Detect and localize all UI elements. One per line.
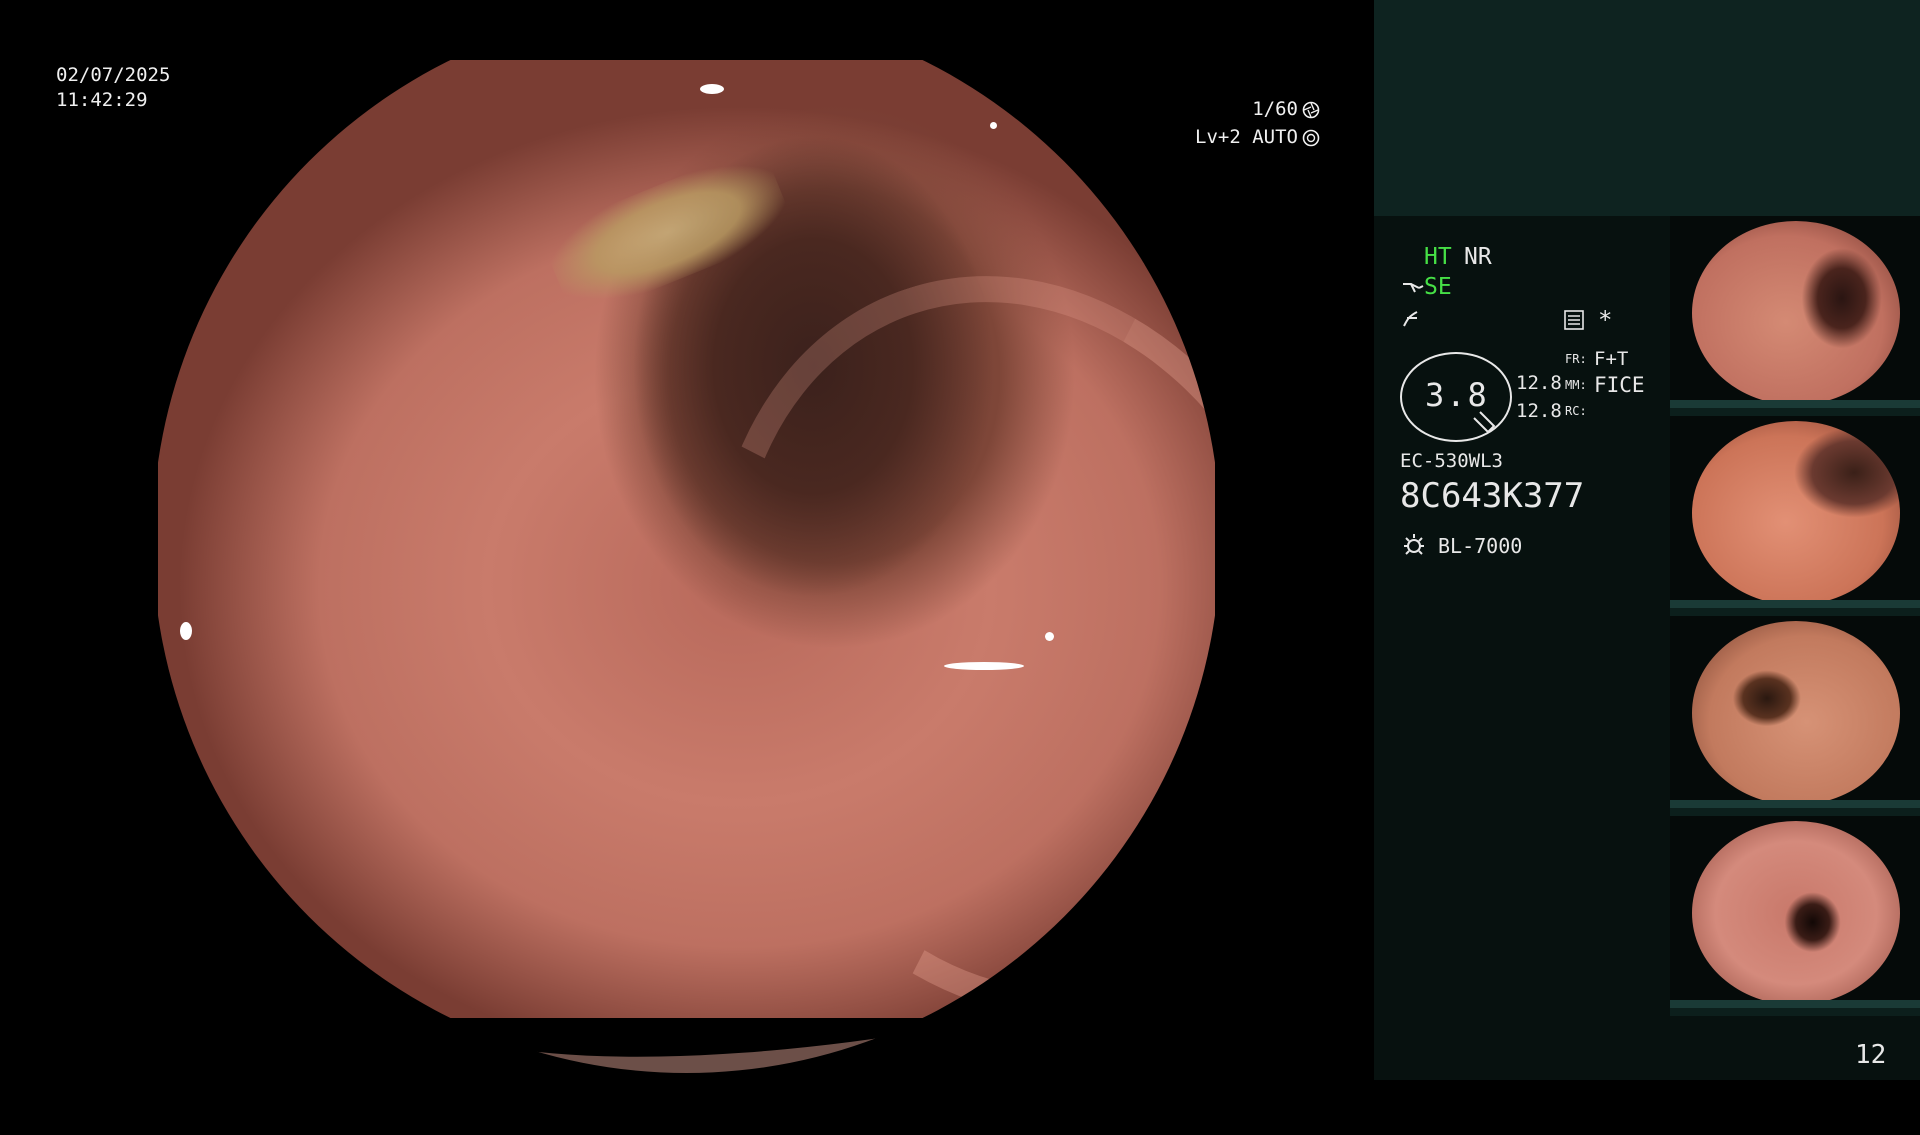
scope-serial: 8C643K377 [1400, 476, 1585, 516]
thumbnail-image [1692, 221, 1900, 405]
sun-icon [1404, 534, 1424, 555]
thumbnail-image [1692, 621, 1900, 805]
exam-time: 11:42:29 [56, 89, 148, 111]
rc-label: RC: [1565, 404, 1587, 418]
light-source: BL-7000 [1438, 534, 1523, 558]
glint [180, 622, 192, 640]
shutter-speed: 1/60 [1252, 98, 1298, 120]
freeze-list-icon [1564, 310, 1584, 330]
scope-model: EC-530WL3 [1400, 450, 1503, 472]
thumbnail-2[interactable] [1670, 416, 1920, 608]
thumbnail-1[interactable] [1670, 216, 1920, 408]
nr-indicator: NR [1464, 244, 1492, 270]
thumbnail-image [1692, 421, 1900, 605]
thumbnail-strip [1670, 216, 1920, 1016]
exposure-readout: 1/60 Lv+2 AUTO [1170, 98, 1320, 150]
thumbnail-bar [1670, 1000, 1920, 1008]
info-panel-header [1374, 0, 1920, 216]
thumbnail-bar [1670, 800, 1920, 808]
value-top: 12.8 [1516, 372, 1562, 394]
fr-label: FR: [1565, 352, 1587, 366]
se-indicator: SE [1424, 274, 1452, 300]
ht-indicator: HT [1424, 244, 1452, 270]
edge-enhance-icon [1403, 283, 1424, 293]
mm-value: FICE [1594, 373, 1645, 397]
thumbnail-bar [1670, 400, 1920, 408]
thumbnail-bar [1670, 600, 1920, 608]
light-level: Lv+2 AUTO [1195, 126, 1298, 148]
glint [944, 662, 1024, 670]
thumbnail-3[interactable] [1670, 616, 1920, 808]
glint [700, 84, 724, 94]
glint [990, 122, 997, 129]
debris-patch [538, 143, 798, 322]
frame-number: 12 [1855, 1040, 1887, 1070]
exam-date: 02/07/2025 [56, 64, 171, 86]
structure-icon [1403, 311, 1418, 327]
thumbnail-image [1692, 821, 1900, 1005]
iris-icon [1302, 129, 1320, 147]
value-bottom: 12.8 [1516, 400, 1562, 422]
asterisk-icon: * [1598, 306, 1613, 334]
glint [1045, 632, 1054, 641]
fr-value: F+T [1594, 348, 1629, 370]
aperture-icon [1302, 101, 1320, 119]
thumbnail-4[interactable] [1670, 816, 1920, 1008]
zoom-value: 3.8 [1425, 376, 1489, 414]
probe-icon [1473, 411, 1496, 434]
mm-label: MM: [1565, 378, 1587, 392]
mucosal-fold-lower [393, 738, 1221, 1073]
endoscope-main-view [158, 60, 1221, 1073]
